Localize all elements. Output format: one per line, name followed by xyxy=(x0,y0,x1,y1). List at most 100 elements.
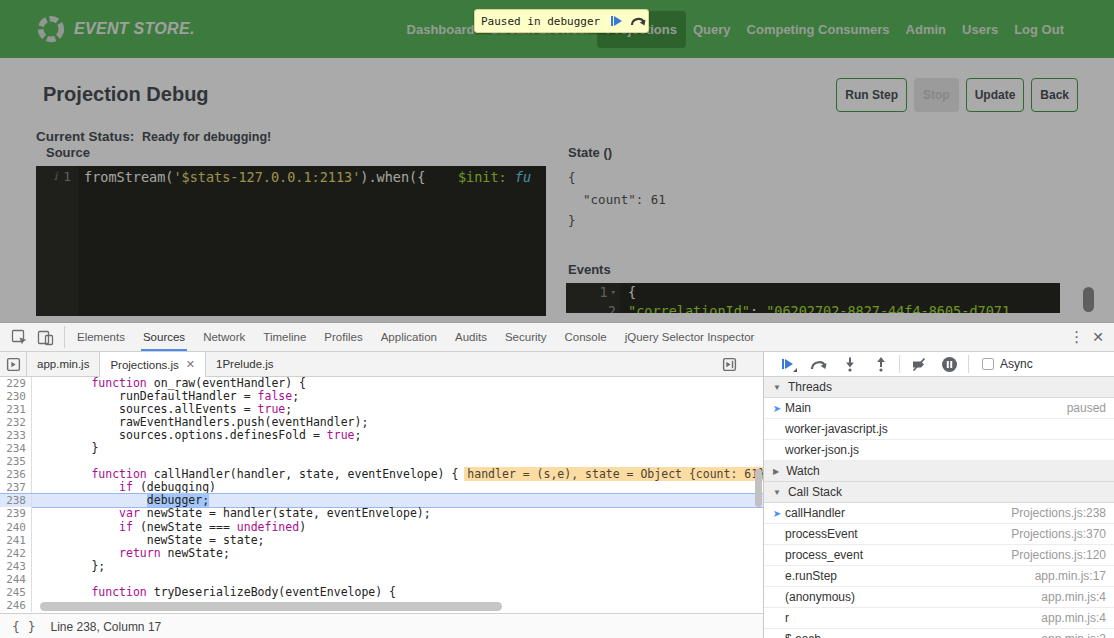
watch-section-header[interactable]: ▶Watch xyxy=(764,461,1114,482)
call-stack-frame[interactable]: rapp.min.js:4 xyxy=(764,608,1114,629)
threads-section-header[interactable]: ▼Threads xyxy=(764,377,1114,398)
nav-item-log-out[interactable]: Log Out xyxy=(1014,22,1064,37)
device-toolbar-icon[interactable] xyxy=(35,327,55,347)
sidebar-toggle-icon[interactable] xyxy=(722,352,763,376)
events-editor[interactable]: 1▾{2"correlationId": "06202702-8827-44f4… xyxy=(566,283,1060,313)
scrollbar-thumb[interactable] xyxy=(1083,287,1094,312)
step-out-button[interactable] xyxy=(865,352,896,376)
thread-row[interactable]: worker-javascript.js xyxy=(764,419,1114,440)
inspect-element-icon[interactable] xyxy=(9,327,29,347)
devtools-menu-icon[interactable]: ⋮ xyxy=(1069,328,1084,346)
devtools-statusbar: { } Line 238, Column 17 xyxy=(0,613,763,638)
thread-row[interactable]: worker-json.js xyxy=(764,440,1114,461)
source-heading: Source xyxy=(46,145,546,160)
code-line-234[interactable]: 234 } xyxy=(0,442,763,455)
back-button[interactable]: Back xyxy=(1031,78,1078,112)
horizontal-scrollbar[interactable] xyxy=(40,602,502,611)
debugger-toolbar: Async xyxy=(764,352,1114,377)
banner-step-over-button[interactable] xyxy=(627,10,648,32)
events-heading: Events xyxy=(568,262,1068,277)
step-into-icon xyxy=(844,357,856,372)
devtools-tab-network[interactable]: Network xyxy=(194,323,254,351)
state-heading: State () xyxy=(568,145,1068,160)
vertical-scrollbar[interactable] xyxy=(755,469,762,507)
call-stack-frame[interactable]: $.eachapp.min.js:2 xyxy=(764,629,1114,638)
devtools-tabbar: ElementsSourcesNetworkTimelineProfilesAp… xyxy=(0,323,1114,352)
code-line-242[interactable]: 242 return newState; xyxy=(0,547,763,560)
call-stack-section-header[interactable]: ▼Call Stack xyxy=(764,482,1114,503)
source-code-pane[interactable]: 229 function on_raw(eventHandler) {230 r… xyxy=(0,377,763,613)
cursor-position: Line 238, Column 17 xyxy=(50,620,161,634)
action-buttons: Run StepStopUpdateBack xyxy=(836,78,1078,112)
pause-on-exceptions-button[interactable] xyxy=(934,352,965,376)
file-tab-projections.js[interactable]: Projections.js✕ xyxy=(99,352,206,377)
code-line-245[interactable]: 245 function tryDeserializeBody(eventEnv… xyxy=(0,586,763,599)
brand[interactable]: EVENT STORE. xyxy=(36,14,195,44)
navigator-toggle-icon[interactable] xyxy=(0,352,27,376)
brand-name: EVENT STORE. xyxy=(74,20,195,38)
source-editor[interactable]: i 1 fromStream('$stats-127.0.0.1:2113').… xyxy=(36,166,546,316)
call-stack-frame[interactable]: ➤callHandlerProjections.js:238 xyxy=(764,503,1114,524)
devtools-tab-console[interactable]: Console xyxy=(555,323,615,351)
deactivate-breakpoints-button[interactable] xyxy=(903,352,934,376)
state-json: { "count": 61 } xyxy=(568,167,1068,232)
page-title: Projection Debug xyxy=(43,83,209,106)
resume-icon xyxy=(782,359,794,369)
banner-resume-button[interactable] xyxy=(606,10,627,32)
devtools-tabs: ElementsSourcesNetworkTimelineProfilesAp… xyxy=(68,323,763,351)
async-label: Async xyxy=(1000,357,1033,371)
status-label: Current Status: xyxy=(36,129,134,144)
stop-button[interactable]: Stop xyxy=(914,78,959,112)
devtools-tab-profiles[interactable]: Profiles xyxy=(315,323,371,351)
paused-banner: Paused in debugger xyxy=(474,9,649,33)
call-stack-frame[interactable]: (anonymous)app.min.js:4 xyxy=(764,587,1114,608)
nav-item-admin[interactable]: Admin xyxy=(906,22,946,37)
debugger-sidebar: Async ▼Threads➤Mainpausedworker-javascri… xyxy=(764,352,1114,638)
browser-page: EVENT STORE. DashboardStream BrowserProj… xyxy=(0,0,1114,322)
pretty-print-icon[interactable]: { } xyxy=(12,619,35,634)
status-value: Ready for debugging! xyxy=(142,130,271,144)
info-annotation-icon: i xyxy=(54,170,58,183)
step-over-button[interactable] xyxy=(803,352,834,376)
code-line-233[interactable]: 233 sources.options.definesFold = true; xyxy=(0,429,763,442)
devtools-panel: ElementsSourcesNetworkTimelineProfilesAp… xyxy=(0,322,1114,638)
inline-variables-hint: handler = (s,e), state = Object {count: … xyxy=(464,467,763,481)
call-stack-frame[interactable]: process_eventProjections.js:120 xyxy=(764,545,1114,566)
event-store-logo-icon xyxy=(36,14,66,44)
close-tab-icon[interactable]: ✕ xyxy=(186,358,195,371)
devtools-tab-security[interactable]: Security xyxy=(496,323,556,351)
async-checkbox[interactable] xyxy=(982,358,994,370)
file-tabbar: app.min.jsProjections.js✕1Prelude.js xyxy=(0,352,763,377)
current-status: Current Status: Ready for debugging! xyxy=(36,129,1078,144)
nav-item-dashboard[interactable]: Dashboard xyxy=(407,22,475,37)
source-code-line: fromStream('$stats-127.0.0.1:2113').when… xyxy=(78,169,531,185)
nav-item-users[interactable]: Users xyxy=(962,22,998,37)
file-tab-1prelude.js[interactable]: 1Prelude.js xyxy=(206,352,284,376)
step-over-icon xyxy=(630,15,646,27)
update-button[interactable]: Update xyxy=(966,78,1025,112)
run-step-button[interactable]: Run Step xyxy=(836,78,907,112)
deactivate-breakpoints-icon xyxy=(911,357,927,372)
file-tab-app.min.js[interactable]: app.min.js xyxy=(27,352,99,376)
devtools-tab-jquery-selector-inspector[interactable]: jQuery Selector Inspector xyxy=(616,323,764,351)
devtools-tab-elements[interactable]: Elements xyxy=(68,323,134,351)
step-into-button[interactable] xyxy=(834,352,865,376)
thread-row[interactable]: ➤Mainpaused xyxy=(764,398,1114,419)
step-out-icon xyxy=(875,357,887,372)
devtools-tab-sources[interactable]: Sources xyxy=(134,323,194,351)
code-line-243[interactable]: 243 }; xyxy=(0,560,763,573)
call-stack-frame[interactable]: processEventProjections.js:370 xyxy=(764,524,1114,545)
nav-item-query[interactable]: Query xyxy=(693,22,731,37)
resume-icon xyxy=(611,16,623,26)
devtools-tab-application[interactable]: Application xyxy=(372,323,446,351)
nav-item-competing-consumers[interactable]: Competing Consumers xyxy=(747,22,890,37)
source-gutter: i 1 xyxy=(36,166,78,187)
call-stack-frame[interactable]: e.runStepapp.min.js:17 xyxy=(764,566,1114,587)
devtools-tab-audits[interactable]: Audits xyxy=(446,323,496,351)
step-over-icon xyxy=(810,358,827,371)
pause-on-exceptions-icon xyxy=(941,356,958,373)
devtools-tab-timeline[interactable]: Timeline xyxy=(254,323,315,351)
paused-banner-text: Paused in debugger xyxy=(475,10,606,32)
devtools-close-icon[interactable]: ✕ xyxy=(1092,329,1104,345)
resume-button[interactable] xyxy=(772,352,803,376)
